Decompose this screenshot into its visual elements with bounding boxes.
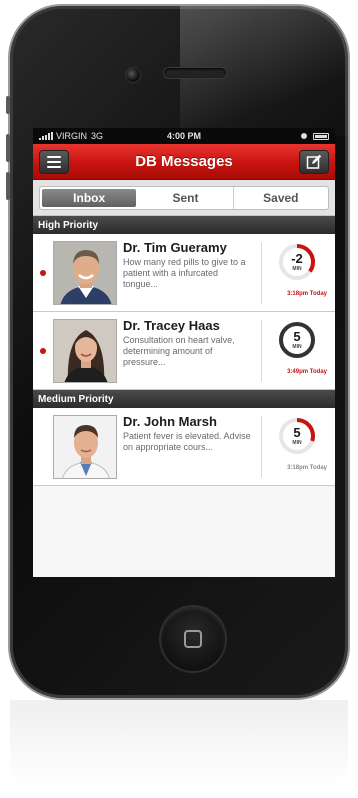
doctor-portrait-icon — [54, 242, 116, 304]
timer-value: -2 — [291, 251, 303, 266]
message-preview: How many red pills to give to a patient … — [123, 257, 246, 289]
doctor-portrait-icon — [54, 320, 116, 382]
message-text: Dr. Tim Gueramy How many red pills to gi… — [123, 240, 255, 290]
compose-icon — [306, 154, 322, 169]
compose-button[interactable] — [299, 150, 329, 174]
hamburger-icon — [47, 156, 61, 168]
message-time: 3:18pm Today — [287, 465, 327, 471]
row-divider — [261, 416, 262, 478]
section-header-high: High Priority — [33, 216, 335, 234]
timer-unit: MIN — [292, 344, 302, 350]
page-title: DB Messages — [135, 153, 233, 170]
home-button[interactable] — [161, 607, 225, 671]
menu-button[interactable] — [39, 150, 69, 174]
sender-name: Dr. John Marsh — [123, 414, 217, 429]
message-row[interactable]: Dr. John Marsh Patient fever is elevated… — [33, 408, 335, 486]
avatar — [53, 241, 117, 305]
unread-indicator — [40, 270, 46, 276]
message-time: 3:49pm Today — [287, 369, 327, 375]
earpiece-speaker — [164, 68, 226, 78]
volume-up-button[interactable] — [6, 134, 10, 162]
doctor-portrait-icon — [54, 416, 116, 478]
volume-down-button[interactable] — [6, 172, 10, 200]
front-camera — [126, 68, 140, 82]
status-time: 4:00 PM — [166, 131, 201, 141]
message-text: Dr. Tracey Haas Consultation on heart va… — [123, 318, 255, 368]
avatar — [53, 415, 117, 479]
timer-value: 5 — [293, 329, 301, 344]
timer-unit: MIN — [292, 440, 302, 446]
status-bar: VIRGIN 3G 4:00 PM — [33, 128, 335, 144]
countdown-timer: 5 MIN — [271, 416, 323, 456]
app-screen: VIRGIN 3G 4:00 PM DB Messages Inbox Sent… — [33, 128, 335, 577]
message-row[interactable]: Dr. Tracey Haas Consultation on heart va… — [33, 312, 335, 390]
time-label: 3:18pm — [287, 291, 309, 297]
message-text: Dr. John Marsh Patient fever is elevated… — [123, 414, 255, 453]
time-label: 3:18pm — [287, 465, 309, 471]
mute-switch[interactable] — [6, 96, 10, 114]
sender-name: Dr. Tim Gueramy — [123, 240, 227, 255]
message-row[interactable]: Dr. Tim Gueramy How many red pills to gi… — [33, 234, 335, 312]
segmented-control: Inbox Sent Saved — [39, 186, 329, 210]
timer-unit: MIN — [292, 266, 302, 272]
sender-name: Dr. Tracey Haas — [123, 318, 220, 333]
tab-saved[interactable]: Saved — [234, 187, 328, 209]
row-divider — [261, 320, 262, 382]
day-label: Today — [309, 291, 327, 297]
tab-inbox[interactable]: Inbox — [42, 189, 137, 207]
home-square-icon — [184, 630, 202, 648]
day-label: Today — [309, 465, 327, 471]
unread-indicator — [40, 348, 46, 354]
message-preview: Consultation on heart valve, determining… — [123, 335, 235, 367]
countdown-timer: 5 MIN — [271, 320, 323, 360]
section-header-medium: Medium Priority — [33, 390, 335, 408]
message-time: 3:18pm Today — [287, 291, 327, 297]
avatar — [53, 319, 117, 383]
time-label: 3:49pm — [287, 369, 309, 375]
phone-reflection — [10, 700, 348, 798]
battery-icon — [313, 132, 329, 140]
timer-value: 5 — [293, 425, 301, 440]
message-preview: Patient fever is elevated. Advise on app… — [123, 431, 251, 452]
row-divider — [261, 242, 262, 304]
tab-bar: Inbox Sent Saved — [33, 180, 335, 216]
day-label: Today — [309, 369, 327, 375]
tab-sent[interactable]: Sent — [138, 187, 234, 209]
countdown-timer: -2 MIN — [271, 242, 323, 282]
nav-bar: DB Messages — [33, 144, 335, 180]
